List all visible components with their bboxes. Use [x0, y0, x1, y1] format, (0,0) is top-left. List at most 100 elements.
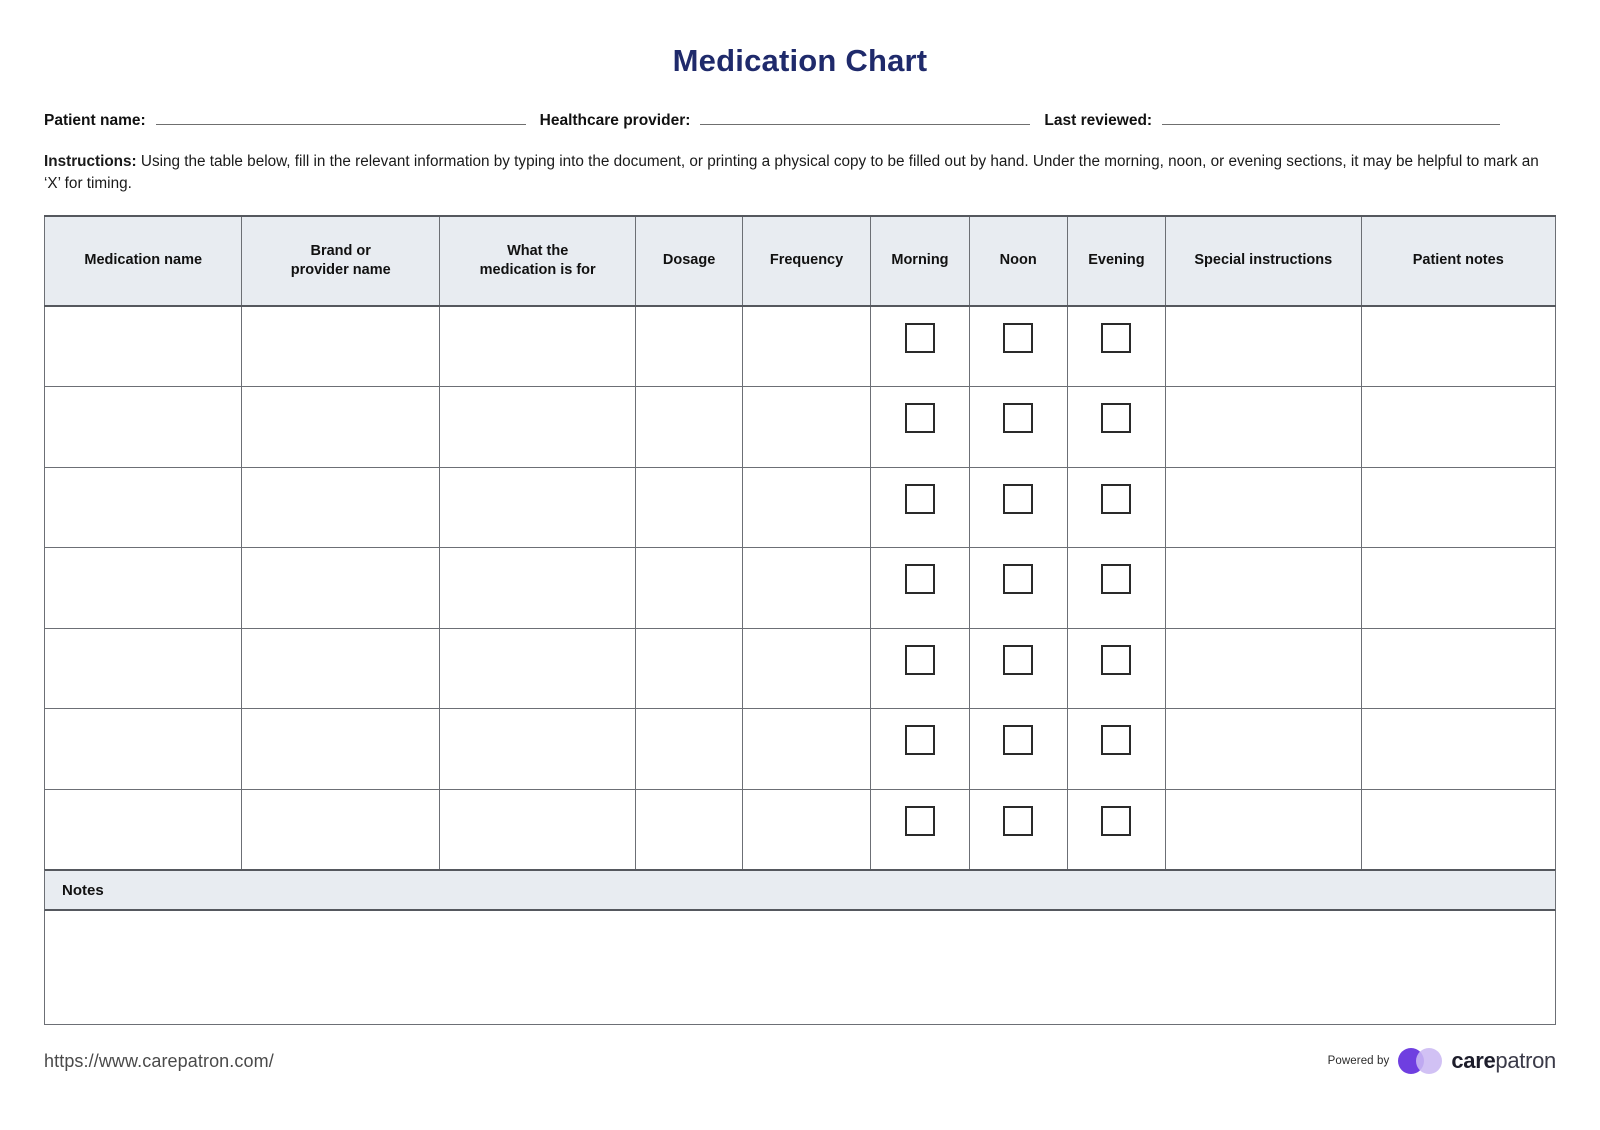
checkbox-noon[interactable] [1003, 805, 1034, 836]
cell-frequency[interactable] [741, 547, 872, 629]
cell-brand-or-provider[interactable] [241, 547, 440, 629]
cell-what-for[interactable] [438, 386, 637, 468]
checkbox-morning-cell[interactable] [870, 547, 970, 629]
checkbox-evening-cell[interactable] [1066, 627, 1167, 710]
checkbox-noon-cell[interactable] [968, 627, 1068, 710]
cell-what-for[interactable] [438, 466, 637, 549]
checkbox-morning-cell[interactable] [870, 788, 970, 871]
cell-brand-or-provider[interactable] [241, 466, 440, 549]
cell-special-instructions[interactable] [1165, 788, 1362, 871]
checkbox-noon-cell[interactable] [968, 788, 1068, 871]
checkbox-morning[interactable] [904, 564, 935, 595]
cell-frequency[interactable] [741, 708, 872, 790]
checkbox-evening-cell[interactable] [1066, 305, 1167, 388]
column-header-morning: Morning [870, 214, 970, 307]
cell-patient-notes[interactable] [1360, 305, 1556, 388]
cell-what-for[interactable] [438, 547, 637, 629]
checkbox-morning-cell[interactable] [870, 627, 970, 710]
cell-dosage[interactable] [635, 708, 743, 790]
cell-brand-or-provider[interactable] [241, 708, 440, 790]
checkbox-evening[interactable] [1101, 644, 1132, 675]
cell-dosage[interactable] [635, 547, 743, 629]
cell-what-for[interactable] [438, 305, 637, 388]
checkbox-noon[interactable] [1003, 644, 1034, 675]
cell-special-instructions[interactable] [1165, 627, 1362, 710]
checkbox-evening[interactable] [1101, 805, 1132, 836]
cell-what-for[interactable] [438, 788, 637, 871]
checkbox-evening-cell[interactable] [1066, 788, 1167, 871]
checkbox-morning[interactable] [904, 403, 935, 434]
checkbox-morning-cell[interactable] [870, 466, 970, 549]
checkbox-noon[interactable] [1003, 725, 1034, 756]
checkbox-evening[interactable] [1101, 564, 1132, 595]
healthcare-provider-input[interactable] [700, 107, 1031, 126]
checkbox-noon-cell[interactable] [968, 708, 1068, 790]
checkbox-evening[interactable] [1101, 322, 1132, 353]
cell-medication-name[interactable] [43, 788, 243, 871]
checkbox-noon[interactable] [1003, 564, 1034, 595]
checkbox-noon-cell[interactable] [968, 547, 1068, 629]
checkbox-morning-cell[interactable] [870, 386, 970, 468]
checkbox-evening[interactable] [1101, 403, 1132, 434]
checkbox-noon[interactable] [1003, 483, 1034, 514]
cell-medication-name[interactable] [43, 386, 243, 468]
cell-special-instructions[interactable] [1165, 547, 1362, 629]
header-line: Medication name [84, 252, 203, 269]
cell-medication-name[interactable] [43, 547, 243, 629]
cell-patient-notes[interactable] [1360, 386, 1556, 468]
cell-special-instructions[interactable] [1165, 386, 1362, 468]
cell-patient-notes[interactable] [1360, 627, 1556, 710]
cell-patient-notes[interactable] [1360, 466, 1556, 549]
checkbox-noon-cell[interactable] [968, 305, 1068, 388]
checkbox-noon[interactable] [1003, 322, 1034, 353]
cell-brand-or-provider[interactable] [241, 386, 440, 468]
cell-medication-name[interactable] [43, 627, 243, 710]
cell-what-for[interactable] [438, 627, 637, 710]
cell-medication-name[interactable] [43, 466, 243, 549]
notes-textarea[interactable] [44, 911, 1556, 1026]
instructions-label: Instructions: [44, 153, 137, 171]
cell-patient-notes[interactable] [1360, 788, 1556, 871]
checkbox-morning-cell[interactable] [870, 305, 970, 388]
cell-brand-or-provider[interactable] [241, 627, 440, 710]
cell-patient-notes[interactable] [1360, 547, 1556, 629]
checkbox-noon-cell[interactable] [968, 386, 1068, 468]
cell-brand-or-provider[interactable] [241, 788, 440, 871]
cell-frequency[interactable] [741, 627, 872, 710]
checkbox-morning-cell[interactable] [870, 708, 970, 790]
cell-brand-or-provider[interactable] [241, 305, 440, 388]
cell-special-instructions[interactable] [1165, 708, 1362, 790]
cell-what-for[interactable] [438, 708, 637, 790]
cell-dosage[interactable] [635, 466, 743, 549]
patient-name-input[interactable] [155, 107, 526, 126]
last-reviewed-input[interactable] [1162, 107, 1501, 126]
cell-frequency[interactable] [741, 466, 872, 549]
checkbox-evening[interactable] [1101, 483, 1132, 514]
cell-dosage[interactable] [635, 305, 743, 388]
checkbox-morning[interactable] [904, 805, 935, 836]
carepatron-url-link[interactable]: https://www.carepatron.com/ [44, 1051, 274, 1072]
column-header-patient-notes: Patient notes [1360, 214, 1556, 307]
cell-dosage[interactable] [635, 627, 743, 710]
cell-frequency[interactable] [741, 305, 872, 388]
checkbox-evening-cell[interactable] [1066, 547, 1167, 629]
cell-dosage[interactable] [635, 788, 743, 871]
cell-medication-name[interactable] [43, 305, 243, 388]
checkbox-morning[interactable] [904, 322, 935, 353]
cell-frequency[interactable] [741, 386, 872, 468]
checkbox-morning[interactable] [904, 644, 935, 675]
cell-special-instructions[interactable] [1165, 305, 1362, 388]
checkbox-evening-cell[interactable] [1066, 708, 1167, 790]
checkbox-evening[interactable] [1101, 725, 1132, 756]
cell-dosage[interactable] [635, 386, 743, 468]
checkbox-morning[interactable] [904, 483, 935, 514]
cell-frequency[interactable] [741, 788, 872, 871]
cell-special-instructions[interactable] [1165, 466, 1362, 549]
checkbox-noon-cell[interactable] [968, 466, 1068, 549]
cell-medication-name[interactable] [43, 708, 243, 790]
cell-patient-notes[interactable] [1360, 708, 1556, 790]
checkbox-morning[interactable] [904, 725, 935, 756]
checkbox-noon[interactable] [1003, 403, 1034, 434]
checkbox-evening-cell[interactable] [1066, 386, 1167, 468]
checkbox-evening-cell[interactable] [1066, 466, 1167, 549]
